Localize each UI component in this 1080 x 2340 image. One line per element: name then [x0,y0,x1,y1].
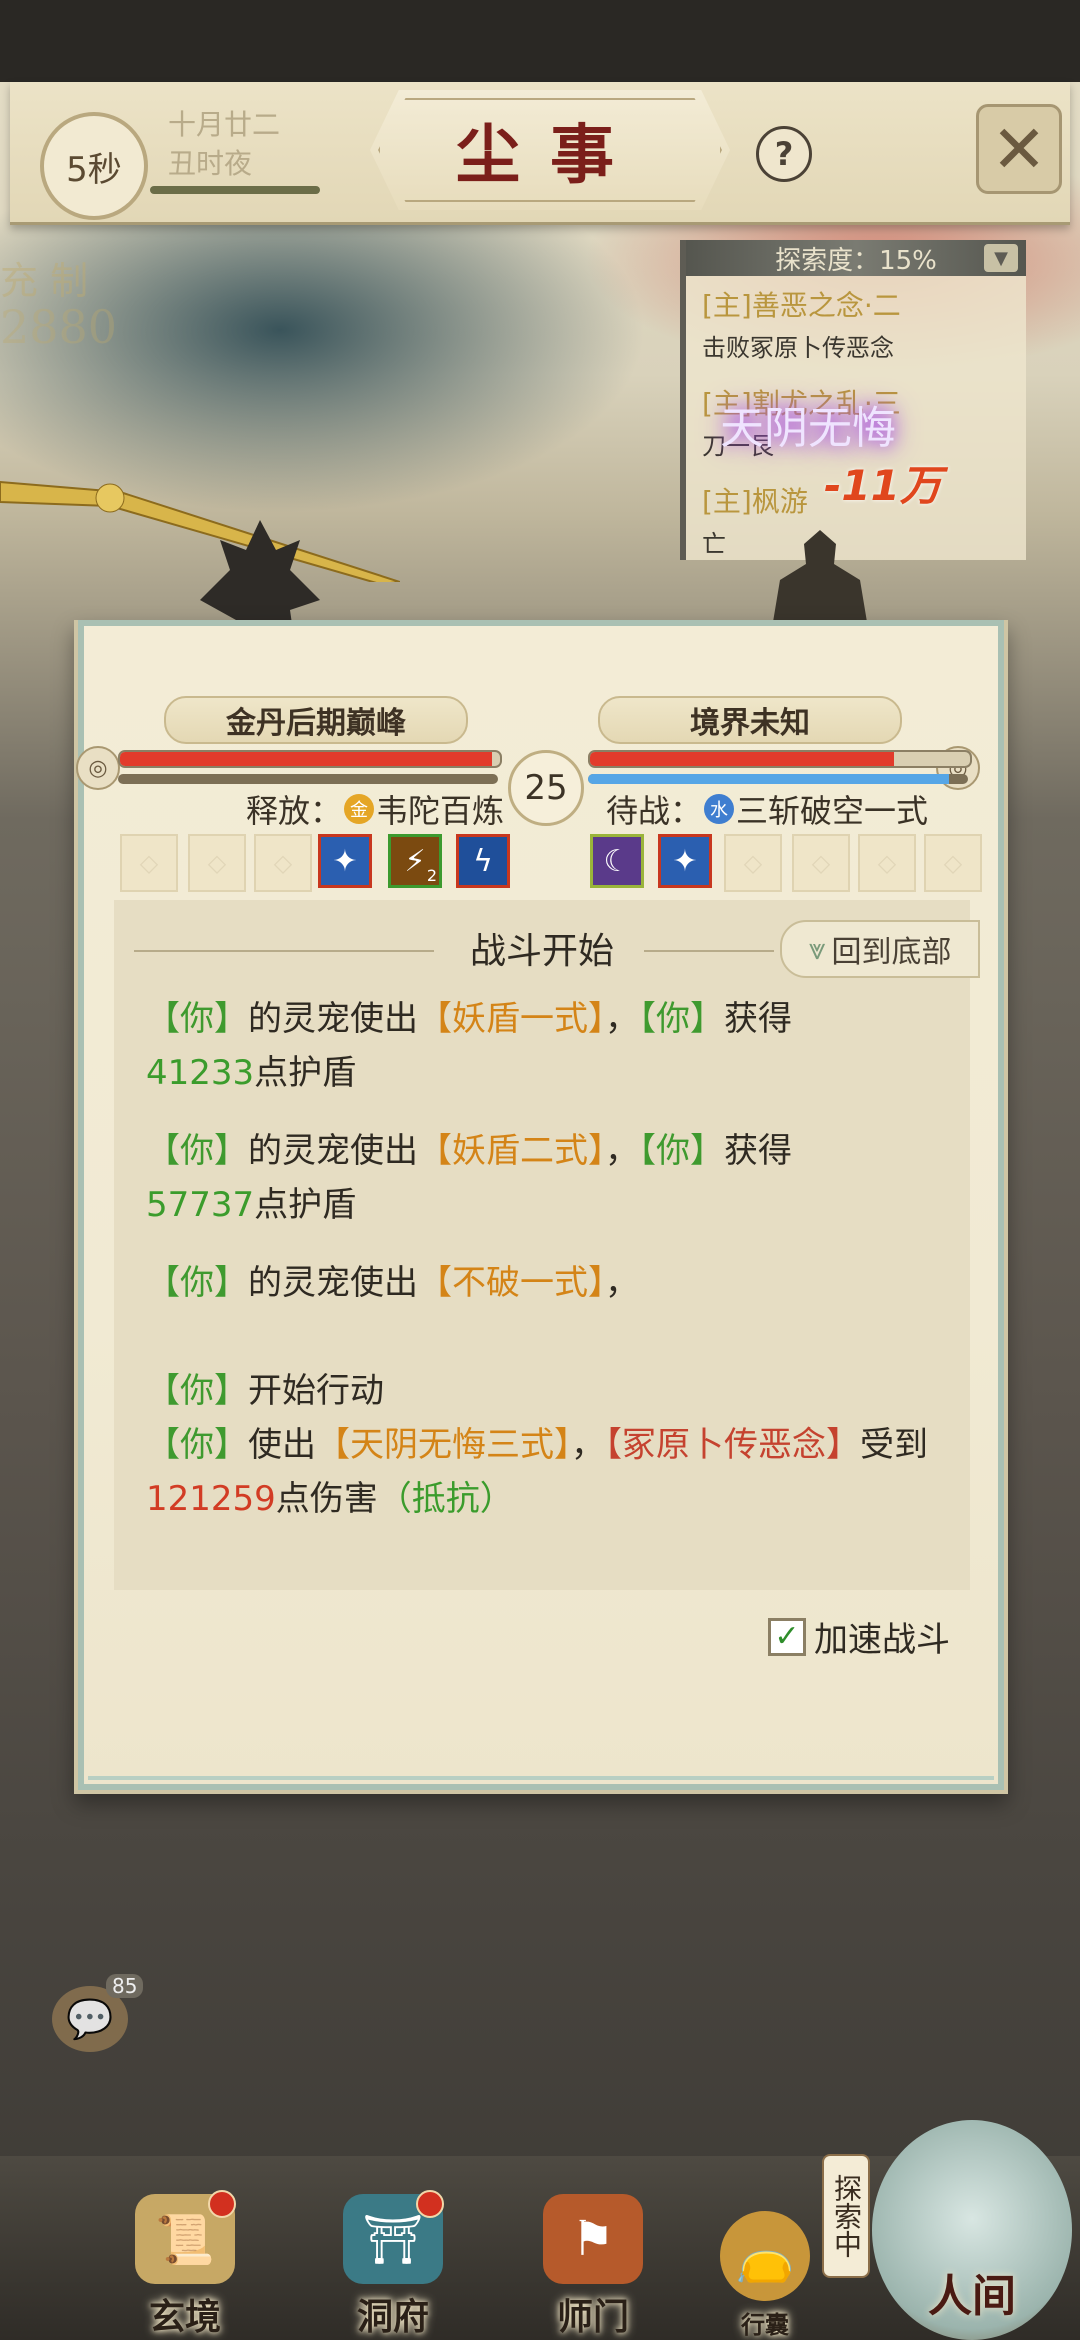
log-entry: 【你】使出【天阴无悔三式】，【冢原卜传恶念】受到121259点伤害（抵抗） [146,1425,928,1519]
log-entry: 【你】的灵宠使出【妖盾二式】，【你】获得 57737点护盾 [146,1131,792,1225]
player-energy-bar [118,774,498,784]
nav-item-shimen[interactable]: ⚑ 师门 [518,2168,668,2340]
quest-desc: 亡 [702,530,726,558]
battle-panel: 金丹后期巅峰 境界未知 ◎ ◎ 25 释放： 金 韦陀百炼 待战： 水 三斩破空… [74,620,1008,1794]
empty-skill-slot: ◇ [254,834,312,892]
speed-battle-toggle[interactable]: ✓ 加速战斗 [768,1612,950,1661]
skill-stack-count: 2 [426,866,437,885]
speed-battle-label: 加速战斗 [814,1620,950,1660]
round-counter: 25 [508,750,584,826]
quest-desc: 击败冢原卜传恶念 [702,334,894,362]
checkbox-check-icon[interactable]: ✓ [768,1617,806,1656]
background-stat-value: 2880 [0,300,118,354]
exploring-status-tag: 探索中 [822,2154,870,2278]
status-bar-area [0,0,1080,82]
chevron-down-icon: ⩔ [808,931,826,967]
countdown-timer: 5秒 [40,112,148,220]
chat-unread-count: 85 [106,1974,144,1998]
combat-log[interactable]: 战斗开始 ⩔ 回到底部 【你】的灵宠使出【妖盾一式】，【你】获得 41233点护盾… [114,900,980,1590]
quest-title[interactable]: [主]善恶之念·二 [702,284,901,324]
player-skill-name: 韦陀百炼 [376,792,505,830]
exploration-progress: 探索度：15% [686,240,1026,276]
empty-skill-slot: ◇ [924,834,982,892]
skill-violet-orb-icon[interactable]: ☾ [590,834,644,888]
title-plate: 尘事 [370,90,730,210]
player-action-status: 释放： 金 韦陀百炼 [246,786,504,832]
water-element-icon: 水 [704,794,735,824]
skill-golden-strike-icon[interactable]: ⚡ 2 [388,834,442,888]
status-prefix: 待战： [606,792,703,830]
damage-number-effect: -11万 [824,461,942,510]
log-entry: 【你】开始行动 [146,1371,384,1411]
enemy-realm-plate: 境界未知 [598,696,902,744]
player-hp-bar [118,750,502,768]
log-entry: 【你】的灵宠使出【不破一式】， [146,1263,639,1303]
scroll-to-bottom-button[interactable]: ⩔ 回到底部 [780,920,980,978]
nav-label: 师门 [556,2296,629,2338]
notification-dot [416,2190,444,2218]
help-button[interactable]: ? [756,126,812,182]
human-realm-label: 人间 [928,2271,1016,2322]
metal-element-icon: 金 [344,794,375,824]
empty-skill-slot: ◇ [858,834,916,892]
game-time-of-day: 丑时夜 [168,147,253,180]
enemy-hp-bar [588,750,972,768]
enemy-hp-fill [590,752,894,766]
page-title: 尘事 [456,118,644,193]
chevron-down-icon[interactable]: ▼ [984,244,1018,272]
time-progress-bar [150,186,320,194]
scroll-to-bottom-label: 回到底部 [831,935,952,970]
player-realm-plate: 金丹后期巅峰 [164,696,468,744]
nav-item-dongfu[interactable]: ⛩ 洞府 [318,2168,468,2340]
quest-title[interactable]: [主]枫游 [702,480,808,520]
enemy-action-status: 待战： 水 三斩破空一式 [606,786,928,832]
question-mark-icon: ? [774,135,794,173]
status-prefix: 释放： [246,792,343,830]
skill-name-effect: 天阴无悔 [720,403,896,454]
header-bar: 5秒 十月廿二 丑时夜 尘事 ? ✕ [10,82,1070,225]
close-button[interactable]: ✕ [976,104,1062,194]
enemy-energy-fill [588,774,949,784]
nav-label: 洞府 [356,2296,429,2338]
player-hp-fill [120,752,493,766]
game-date: 十月廿二 [168,108,281,141]
empty-skill-slot: ◇ [188,834,246,892]
human-realm-button[interactable]: 人间 [872,2120,1072,2340]
close-icon: ✕ [991,110,1047,188]
enemy-energy-bar [588,774,968,784]
skill-slash-icon[interactable]: ✦ [318,834,372,888]
skill-wave-icon[interactable]: ✦ [658,834,712,888]
player-info-icon[interactable]: ◎ [76,746,120,790]
log-entry: 【你】的灵宠使出【妖盾一式】，【你】获得 41233点护盾 [146,999,792,1093]
empty-skill-slot: ◇ [724,834,782,892]
empty-skill-slot: ◇ [120,834,178,892]
notification-dot [208,2190,236,2218]
empty-skill-slot: ◇ [792,834,850,892]
chat-bubble-icon: 💬 [66,1996,114,2041]
nav-item-xingnang[interactable]: 👝 行囊 [690,2168,840,2340]
nav-item-xuanjing[interactable]: 📜 玄境 [110,2168,260,2340]
skill-lightning-icon[interactable]: ϟ [456,834,510,888]
background-stat-label: 充 制 [0,259,89,303]
enemy-skill-name: 三斩破空一式 [736,792,929,830]
banner-icon: ⚑ [543,2194,643,2284]
bag-icon: 👝 [720,2211,810,2301]
nav-label: 行囊 [741,2310,789,2339]
nav-label: 玄境 [148,2296,221,2338]
